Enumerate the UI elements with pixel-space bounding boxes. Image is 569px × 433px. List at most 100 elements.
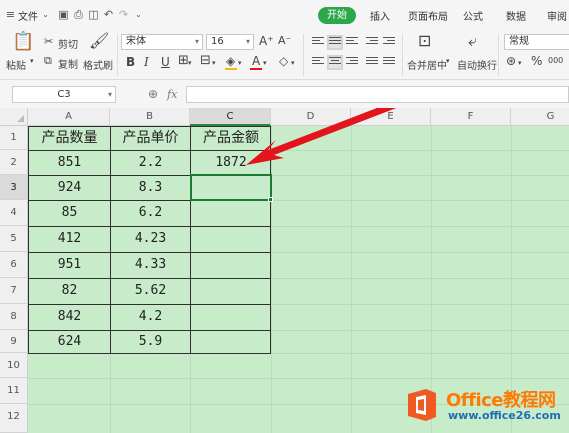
fill-handle[interactable] [268, 197, 273, 202]
name-box[interactable]: C3 ▾ [12, 86, 116, 103]
borders-dropdown-icon[interactable]: ▾ [188, 56, 192, 70]
underline-button[interactable]: U [161, 55, 170, 69]
undo-icon[interactable]: ↶ [103, 9, 114, 20]
currency-icon[interactable]: ⊛ [506, 54, 516, 68]
align-middle-icon[interactable] [327, 35, 343, 50]
fx-icon[interactable]: fx [167, 88, 177, 101]
currency-dropdown-icon[interactable]: ▾ [518, 56, 522, 70]
align-top-icon[interactable] [312, 37, 324, 48]
row-header-4[interactable]: 4 [0, 200, 28, 226]
fill-color-dropdown-icon[interactable]: ▾ [238, 56, 242, 70]
merge-center-button[interactable]: 合并居中 [407, 57, 447, 72]
row-header-9[interactable]: 9 [0, 330, 28, 353]
cell-b7[interactable]: 5.62 [111, 278, 190, 304]
cell-b9[interactable]: 5.9 [111, 330, 190, 353]
column-header-g[interactable]: G [511, 108, 569, 126]
row-header-1[interactable]: 1 [0, 126, 28, 150]
cell-a2[interactable]: 851 [29, 150, 110, 175]
cell-b8[interactable]: 4.2 [111, 304, 190, 330]
bold-button[interactable]: B [126, 55, 135, 69]
cell-style-icon[interactable]: ⊟ [200, 54, 211, 68]
print-preview-icon[interactable]: ◫ [88, 9, 99, 20]
italic-button[interactable]: I [144, 55, 149, 69]
align-left-icon[interactable] [312, 57, 324, 68]
cell-a7[interactable]: 82 [29, 278, 110, 304]
active-cell-selection[interactable] [190, 174, 272, 201]
row-header-5[interactable]: 5 [0, 226, 28, 252]
print-icon[interactable]: ⎙ [73, 9, 84, 20]
number-format-select[interactable]: 常规 [504, 34, 569, 50]
fill-color-icon[interactable]: ◈ [226, 54, 235, 68]
merge-center-icon[interactable]: ⊡ [418, 33, 431, 49]
copy-icon[interactable]: ⧉ [44, 54, 52, 68]
hamburger-icon[interactable]: ≡ [5, 9, 16, 20]
row-header-11[interactable]: 11 [0, 378, 28, 404]
cell-a3[interactable]: 924 [29, 175, 110, 200]
percent-button[interactable]: % [531, 54, 542, 68]
font-color-dropdown-icon[interactable]: ▾ [263, 56, 267, 70]
format-painter-icon[interactable]: 🖌 [89, 33, 109, 49]
redo-icon[interactable]: ↷ [118, 9, 129, 20]
row-header-7[interactable]: 7 [0, 278, 28, 304]
cut-button[interactable]: 剪切 [58, 36, 78, 51]
save-icon[interactable]: ▣ [58, 9, 69, 20]
clear-format-icon[interactable]: ◇ [279, 54, 288, 68]
distributed-icon[interactable] [383, 57, 395, 68]
cell-a5[interactable]: 412 [29, 226, 110, 252]
format-painter-button[interactable]: 格式刷 [83, 57, 113, 72]
cell-style-dropdown-icon[interactable]: ▾ [212, 56, 216, 70]
row-header-6[interactable]: 6 [0, 252, 28, 278]
decrease-font-icon[interactable]: A⁻ [278, 34, 291, 48]
paste-icon[interactable]: 📋 [12, 33, 34, 51]
paste-button[interactable]: 粘贴 [6, 57, 26, 72]
row-header-8[interactable]: 8 [0, 304, 28, 330]
thousands-separator-button[interactable]: 000 [548, 56, 563, 65]
align-center-icon[interactable] [327, 55, 343, 70]
tab-review[interactable]: 审阅 [547, 8, 567, 23]
cell-c9[interactable] [191, 330, 271, 353]
merge-dropdown-icon[interactable]: ▾ [446, 57, 450, 65]
column-header-b[interactable]: B [110, 108, 190, 126]
cell-a8[interactable]: 842 [29, 304, 110, 330]
tab-insert[interactable]: 插入 [370, 8, 390, 23]
wrap-text-icon[interactable]: ⤶ [468, 33, 477, 49]
paste-dropdown-icon[interactable]: ▾ [30, 57, 34, 65]
column-header-a[interactable]: A [28, 108, 110, 126]
quick-access-dropdown-icon[interactable]: ⌄ [133, 9, 144, 20]
tab-page-layout[interactable]: 页面布局 [408, 8, 448, 23]
select-all-corner[interactable] [0, 108, 28, 126]
formula-input[interactable] [186, 86, 569, 103]
align-right-icon[interactable] [346, 57, 358, 68]
copy-button[interactable]: 复制 [58, 56, 78, 71]
cell-c4[interactable] [191, 200, 271, 226]
indent-decrease-icon[interactable] [366, 37, 378, 48]
cell-b4[interactable]: 6.2 [111, 200, 190, 226]
cell-a1[interactable]: 产品数量 [29, 126, 110, 150]
cell-c7[interactable] [191, 278, 271, 304]
font-color-icon[interactable]: A [252, 54, 260, 68]
tab-home[interactable]: 开始 [318, 7, 356, 24]
indent-increase-icon[interactable] [383, 37, 395, 48]
cell-b2[interactable]: 2.2 [111, 150, 190, 175]
file-menu[interactable]: 文件 [18, 8, 38, 23]
cell-a6[interactable]: 951 [29, 252, 110, 278]
column-header-f[interactable]: F [431, 108, 511, 126]
row-header-10[interactable]: 10 [0, 353, 28, 378]
cell-a9[interactable]: 624 [29, 330, 110, 353]
cell-c5[interactable] [191, 226, 271, 252]
cell-b5[interactable]: 4.23 [111, 226, 190, 252]
tab-formulas[interactable]: 公式 [463, 8, 483, 23]
justify-icon[interactable] [366, 57, 378, 68]
cell-b6[interactable]: 4.33 [111, 252, 190, 278]
cell-b3[interactable]: 8.3 [111, 175, 190, 200]
tab-data[interactable]: 数据 [506, 8, 526, 23]
wrap-text-button[interactable]: 自动换行 [457, 57, 497, 72]
align-bottom-icon[interactable] [346, 37, 358, 48]
cell-c6[interactable] [191, 252, 271, 278]
font-size-select[interactable]: 16 ▾ [206, 34, 254, 50]
row-header-12[interactable]: 12 [0, 404, 28, 433]
row-header-3[interactable]: 3 [0, 175, 28, 200]
clear-format-dropdown-icon[interactable]: ▾ [291, 56, 295, 70]
chevron-down-icon[interactable]: ⌄ [40, 9, 51, 20]
row-header-2[interactable]: 2 [0, 150, 28, 175]
